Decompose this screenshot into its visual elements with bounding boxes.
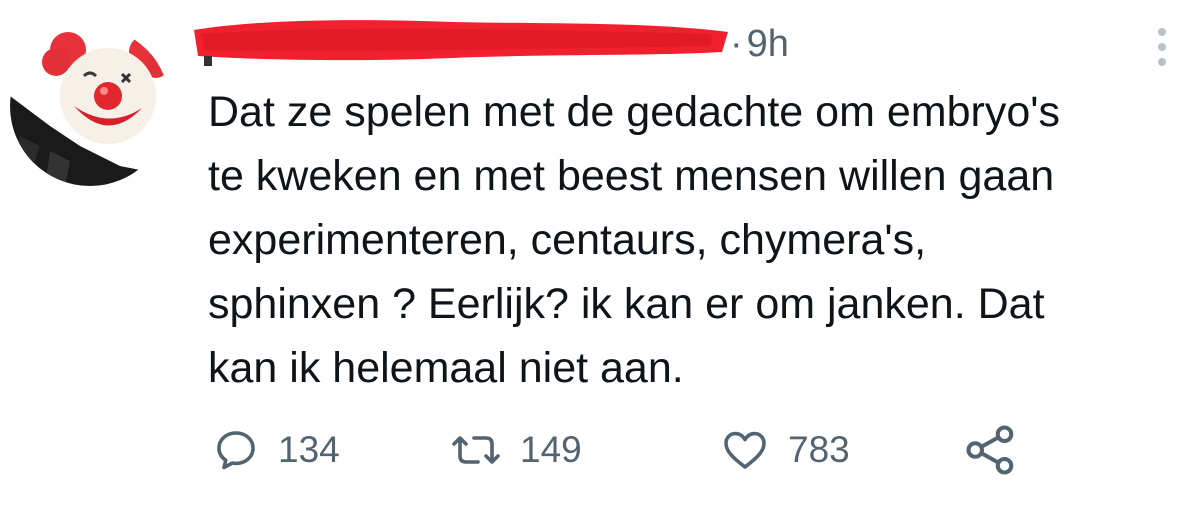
more-options-button[interactable] (1146, 22, 1178, 72)
retweet-count: 149 (520, 429, 582, 470)
more-vertical-icon (1158, 28, 1166, 36)
tweet-text-line: te kweken en met beest mensen willen gaa… (208, 152, 1055, 200)
reply-button[interactable]: 134 (212, 420, 340, 480)
separator-dot: · (730, 23, 743, 65)
share-icon (966, 425, 1014, 475)
like-count: 783 (788, 429, 850, 470)
reply-icon (217, 431, 255, 470)
like-button[interactable]: 783 (720, 420, 850, 480)
redacted-author-name (192, 12, 732, 77)
tweet-text-line: sphinxen ? Eerlijk? ik kan er om janken.… (208, 280, 1045, 328)
timestamp-text: 9h (746, 23, 789, 65)
reply-count: 134 (278, 429, 340, 470)
tweet-text-line: Dat ze spelen met de gedachte om embryo'… (208, 88, 1060, 136)
tweet-timestamp[interactable]: · 9h (730, 18, 789, 70)
retweet-icon (452, 436, 500, 464)
tweet-text: Dat ze spelen met de gedachte om embryo'… (208, 80, 1188, 400)
tweet-text-line: experimenteren, centaurs, chymera's, (208, 216, 927, 264)
tweet: · 9h Dat ze spelen met de gedachte om emb… (0, 0, 1200, 510)
heart-icon (724, 431, 766, 469)
tweet-text-line: kan ik helemaal niet aan. (208, 344, 684, 392)
share-button[interactable] (964, 420, 1018, 480)
avatar[interactable] (10, 26, 170, 186)
clown-face-icon (10, 26, 170, 186)
tweet-actions: 134 149 783 (0, 420, 1200, 480)
retweet-button[interactable]: 149 (450, 420, 582, 480)
